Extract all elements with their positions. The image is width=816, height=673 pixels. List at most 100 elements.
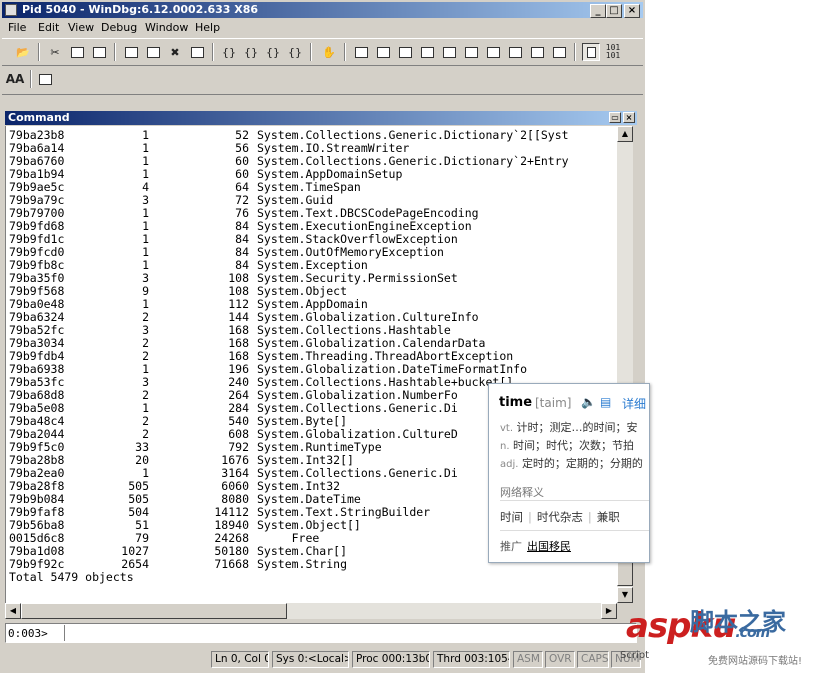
definition-pos: vt. bbox=[500, 423, 514, 434]
network-tags: 时间 | 时代杂志 | 兼职 bbox=[500, 510, 620, 524]
registers-window-icon[interactable] bbox=[418, 43, 436, 61]
output-total: Total 5479 objects bbox=[9, 570, 134, 584]
step-into-icon[interactable]: {} bbox=[220, 43, 238, 61]
font-window-icon[interactable] bbox=[550, 43, 568, 61]
output-class: System.String bbox=[257, 557, 348, 571]
scroll-left-icon[interactable]: ◀ bbox=[5, 603, 21, 619]
toolbar-separator bbox=[212, 43, 214, 61]
menu-help[interactable]: Help bbox=[195, 21, 220, 34]
toolbar-separator bbox=[344, 43, 346, 61]
scratch-pad-icon[interactable] bbox=[506, 43, 524, 61]
output-size: 71668 bbox=[214, 557, 249, 571]
definition-row: n. 时间；时代；次数；节拍 bbox=[500, 437, 634, 453]
horizontal-scrollbar[interactable]: ◀ ▶ bbox=[5, 603, 617, 619]
definition-text: 计时；测定…的时间；安 bbox=[516, 421, 638, 434]
go-icon[interactable] bbox=[122, 43, 140, 61]
windbg-app-icon bbox=[5, 4, 17, 16]
status-bar: Ln 0, Col 0 Sys 0:<Local> Proc 000:13b0 … bbox=[0, 650, 645, 670]
cut-icon[interactable]: ✂ bbox=[46, 43, 64, 61]
popup-detail-link[interactable]: 详细 bbox=[622, 395, 646, 412]
window-title: Pid 5040 - WinDbg:6.12.0002.633 X86 bbox=[22, 3, 259, 16]
toolbar-separator bbox=[38, 43, 40, 61]
source-mode-icon[interactable] bbox=[582, 43, 600, 61]
toolbar-separator bbox=[30, 70, 32, 88]
popup-word: time bbox=[499, 395, 533, 410]
dock-icon[interactable]: ▭ bbox=[609, 112, 621, 123]
open-folder-icon[interactable]: 📂 bbox=[14, 43, 32, 61]
font-icon[interactable]: AA bbox=[6, 70, 25, 88]
promo-link[interactable]: 出国移民 bbox=[527, 540, 571, 553]
disassembly-icon[interactable] bbox=[484, 43, 502, 61]
scroll-up-icon[interactable]: ▲ bbox=[617, 126, 633, 142]
watermark-tagline: 免费网站源码下载站! bbox=[708, 656, 803, 667]
dictionary-popup: time [taim] 🔈 ▤ 详细 vt. 计时；测定…的时间；安 n. 时间… bbox=[488, 383, 650, 563]
watermark-chinese: 脚本之家 bbox=[690, 608, 786, 636]
prompt-label: 0:003> bbox=[8, 627, 48, 640]
stop-debugging-icon[interactable]: ✖ bbox=[166, 43, 184, 61]
menu-debug[interactable]: Debug bbox=[101, 21, 137, 34]
maximize-button[interactable]: □ bbox=[606, 4, 622, 18]
definition-pos: n. bbox=[500, 441, 510, 452]
status-ovr: OVR bbox=[545, 651, 575, 668]
watch-window-icon[interactable] bbox=[374, 43, 392, 61]
popup-phonetic: [taim] bbox=[535, 396, 572, 410]
run-to-cursor-icon[interactable]: {} bbox=[286, 43, 304, 61]
net-tag[interactable]: 时间 bbox=[500, 510, 523, 524]
processes-threads-icon[interactable] bbox=[528, 43, 546, 61]
copy-icon[interactable] bbox=[68, 43, 86, 61]
status-asm: ASM bbox=[513, 651, 543, 668]
minimize-button[interactable]: _ bbox=[590, 4, 606, 18]
main-toolbar: 📂 ✂ ✖ {} {} {} {} ✋ 101 101 bbox=[2, 38, 643, 66]
toolbar-separator bbox=[310, 43, 312, 61]
horizontal-scroll-thumb[interactable] bbox=[21, 603, 287, 619]
definition-text: 时间；时代；次数；节拍 bbox=[513, 439, 635, 452]
watermark-script-label: Script bbox=[620, 650, 650, 661]
paste-icon[interactable] bbox=[90, 43, 108, 61]
net-tag[interactable]: 时代杂志 bbox=[537, 510, 583, 524]
restart-icon[interactable] bbox=[144, 43, 162, 61]
status-thread: Thrd 003:1054 bbox=[433, 651, 510, 668]
menu-view[interactable]: View bbox=[68, 21, 94, 34]
add-to-wordbook-icon[interactable]: ▤ bbox=[600, 395, 614, 409]
status-system: Sys 0:<Local> bbox=[272, 651, 349, 668]
menu-window[interactable]: Window bbox=[145, 21, 188, 34]
menu-bar: File Edit View Debug Window Help bbox=[2, 19, 643, 37]
command-input[interactable] bbox=[64, 625, 634, 641]
command-prompt: 0:003> bbox=[5, 623, 637, 643]
status-position: Ln 0, Col 0 bbox=[211, 651, 269, 668]
call-stack-icon[interactable] bbox=[462, 43, 480, 61]
memory-window-icon[interactable] bbox=[440, 43, 458, 61]
command-window-icon[interactable] bbox=[352, 43, 370, 61]
toolbar-separator bbox=[574, 43, 576, 61]
network-definition-label: 网络释义 bbox=[500, 486, 544, 499]
definition-text: 定时的；定期的；分期的 bbox=[521, 457, 643, 470]
command-window-header: Command ▭ × bbox=[5, 111, 637, 125]
menu-edit[interactable]: Edit bbox=[38, 21, 59, 34]
hex-display-icon[interactable]: 101 101 bbox=[604, 43, 622, 61]
watermark: aspku.com 脚本之家 免费网站源码下载站! Script bbox=[612, 598, 816, 673]
definition-row: vt. 计时；测定…的时间；安 bbox=[500, 419, 638, 435]
title-bar: Pid 5040 - WinDbg:6.12.0002.633 X86 _ □ … bbox=[2, 2, 643, 18]
command-window-title: Command bbox=[8, 111, 70, 124]
command-close-icon[interactable]: × bbox=[623, 112, 635, 123]
windbg-window: Pid 5040 - WinDbg:6.12.0002.633 X86 _ □ … bbox=[0, 0, 645, 673]
step-out-icon[interactable]: {} bbox=[264, 43, 282, 61]
secondary-toolbar: AA bbox=[2, 66, 643, 95]
break-icon[interactable] bbox=[188, 43, 206, 61]
hand-icon[interactable]: ✋ bbox=[320, 43, 338, 61]
close-button[interactable]: × bbox=[624, 4, 640, 18]
definition-pos: adj. bbox=[500, 459, 519, 470]
popup-divider bbox=[500, 530, 649, 531]
step-over-icon[interactable]: {} bbox=[242, 43, 260, 61]
status-caps: CAPS bbox=[577, 651, 609, 668]
menu-file[interactable]: File bbox=[8, 21, 26, 34]
toolbar-separator bbox=[114, 43, 116, 61]
vertical-scroll-thumb[interactable] bbox=[617, 562, 633, 586]
locals-window-icon[interactable] bbox=[396, 43, 414, 61]
speaker-icon[interactable]: 🔈 bbox=[581, 395, 596, 409]
promo-row: 推广 出国移民 bbox=[500, 538, 571, 554]
promo-label: 推广 bbox=[500, 540, 522, 553]
options-icon[interactable] bbox=[36, 70, 54, 88]
popup-divider bbox=[500, 500, 649, 501]
net-tag[interactable]: 兼职 bbox=[597, 510, 620, 524]
